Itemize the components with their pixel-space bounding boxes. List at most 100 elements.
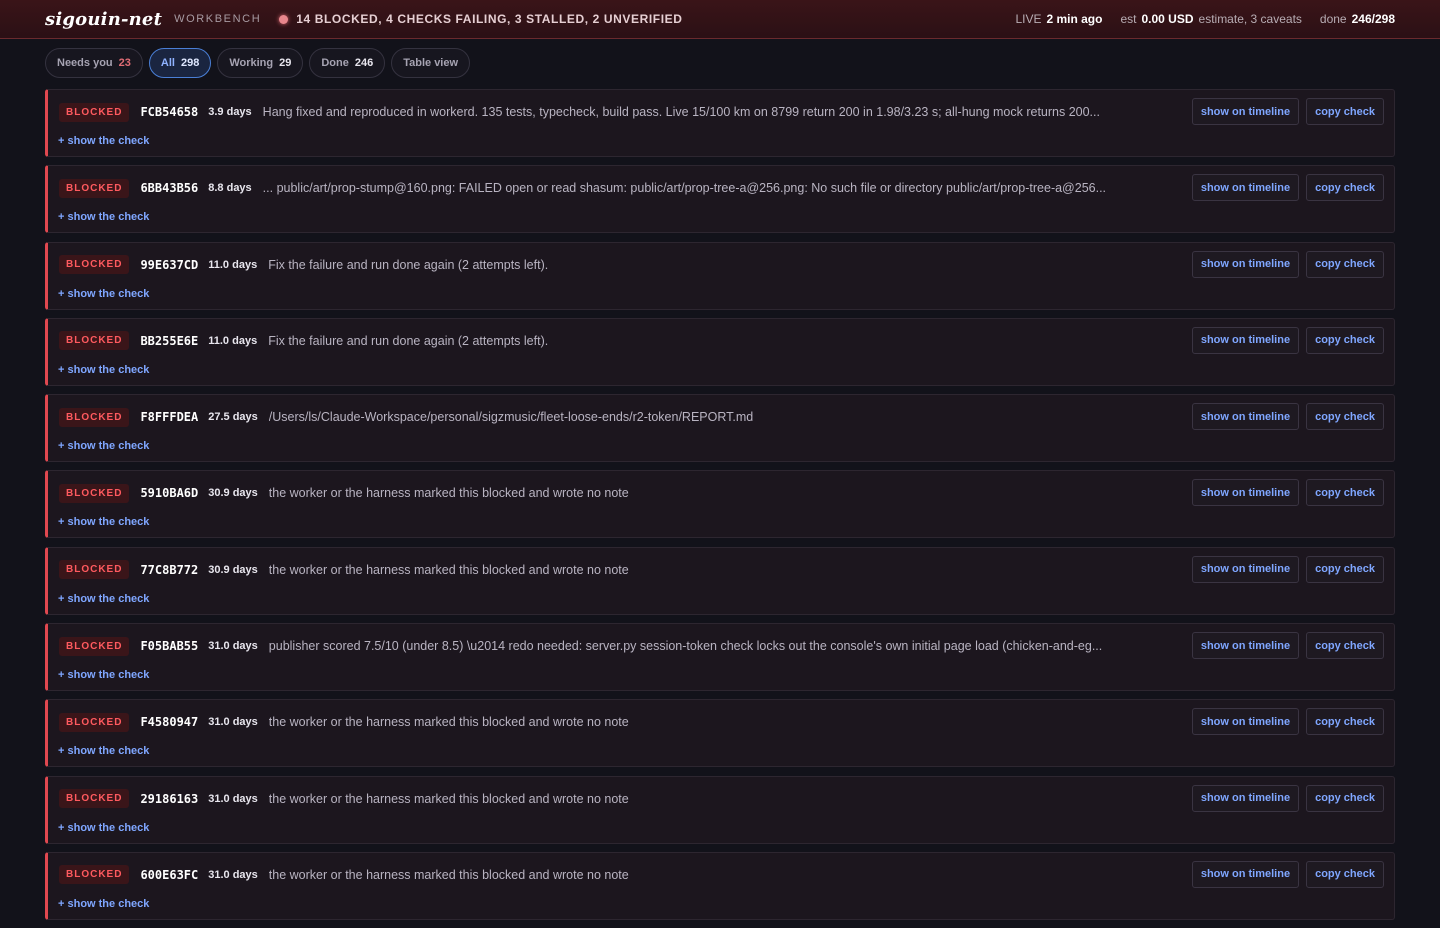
alert-dot-icon [279,14,289,24]
task-id[interactable]: 5910BA6D [140,486,198,500]
copy-check-button[interactable]: copy check [1306,174,1384,202]
task-row: BLOCKED BB255E6E 11.0 days Fix the failu… [45,317,1395,386]
task-row: BLOCKED F8FFFDEA 27.5 days /Users/ls/Cla… [45,394,1395,463]
row-actions: show on timeline copy check [1191,708,1384,736]
task-age: 30.9 days [208,563,258,576]
done-value: 246/298 [1351,12,1395,26]
task-id[interactable]: 99E637CD [140,258,198,272]
task-message: Hang fixed and reproduced in workerd. 13… [262,105,1100,119]
show-on-timeline-button[interactable]: show on timeline [1191,326,1300,354]
show-on-timeline-button[interactable]: show on timeline [1191,708,1300,736]
row-actions: show on timeline copy check [1191,250,1384,278]
task-id[interactable]: F05BAB55 [140,639,198,653]
live-label: LIVE [1015,12,1042,26]
show-check-toggle[interactable]: + show the check [58,745,149,757]
est-label: est [1120,12,1137,26]
status-badge: BLOCKED [59,255,130,275]
filter-working[interactable]: Working 29 [217,48,304,78]
filter-label: Done [321,57,349,69]
row-actions: show on timeline copy check [1191,403,1384,431]
task-age: 31.0 days [208,640,258,653]
brand-logo[interactable]: sigouin-net [45,9,162,30]
show-check-toggle[interactable]: + show the check [58,516,149,528]
task-id[interactable]: FCB54658 [140,105,198,119]
task-message: the worker or the harness marked this bl… [268,486,629,501]
status-badge: BLOCKED [59,178,130,198]
copy-check-button[interactable]: copy check [1306,784,1384,812]
row-actions: show on timeline copy check [1191,326,1384,354]
copy-check-button[interactable]: copy check [1306,326,1384,354]
copy-check-button[interactable]: copy check [1306,250,1384,278]
task-message: the worker or the harness marked this bl… [268,562,629,577]
top-bar: sigouin-net WORKBENCH 14 BLOCKED, 4 CHEC… [0,0,1440,39]
show-on-timeline-button[interactable]: show on timeline [1191,98,1300,125]
show-check-toggle[interactable]: + show the check [58,364,149,376]
show-on-timeline-button[interactable]: show on timeline [1191,403,1300,431]
show-on-timeline-button[interactable]: show on timeline [1191,555,1300,583]
task-row: BLOCKED F4580947 31.0 days the worker or… [45,699,1395,768]
live-status: LIVE 2 min ago [1015,12,1102,26]
task-message: ... public/art/prop-stump@160.png: FAILE… [262,181,1107,196]
task-age: 11.0 days [208,334,258,347]
show-on-timeline-button[interactable]: show on timeline [1191,632,1300,660]
task-id[interactable]: BB255E6E [140,334,198,348]
copy-check-button[interactable]: copy check [1306,860,1384,888]
task-row: BLOCKED 600E63FC 31.0 days the worker or… [45,851,1395,920]
cost-estimate: est 0.00 USD estimate, 3 caveats [1120,12,1301,26]
filter-needs-you[interactable]: Needs you 23 [45,48,143,78]
copy-check-button[interactable]: copy check [1306,403,1384,431]
task-age: 31.0 days [208,792,258,805]
task-row: BLOCKED 77C8B772 30.9 days the worker or… [45,546,1395,615]
task-age: 31.0 days [208,868,258,881]
filter-table-view[interactable]: Table view [391,48,471,78]
task-id[interactable]: F8FFFDEA [140,410,198,424]
filter-count: 246 [354,57,374,69]
alert-summary[interactable]: 14 BLOCKED, 4 CHECKS FAILING, 3 STALLED,… [296,12,682,26]
show-on-timeline-button[interactable]: show on timeline [1191,174,1300,202]
filter-bar: Needs you 23 All 298 Working 29 Done 246 Table v… [45,48,471,78]
row-actions: show on timeline copy check [1191,479,1384,507]
copy-check-button[interactable]: copy check [1306,555,1384,583]
done-progress: done 246/298 [1320,12,1395,26]
filter-label: Needs you [57,57,113,69]
row-actions: show on timeline copy check [1191,784,1384,812]
show-on-timeline-button[interactable]: show on timeline [1191,784,1300,812]
show-check-toggle[interactable]: + show the check [58,593,149,605]
task-id[interactable]: 600E63FC [140,868,198,882]
live-value: 2 min ago [1046,12,1103,26]
task-message: Fix the failure and run done again (2 at… [268,257,549,272]
copy-check-button[interactable]: copy check [1306,479,1384,507]
copy-check-button[interactable]: copy check [1306,708,1384,736]
copy-check-button[interactable]: copy check [1306,632,1384,660]
status-area: LIVE 2 min ago est 0.00 USD estimate, 3 … [1015,12,1395,26]
filter-count: 29 [279,57,292,69]
show-on-timeline-button[interactable]: show on timeline [1191,250,1300,278]
est-value: 0.00 USD [1141,12,1194,26]
task-id[interactable]: F4580947 [140,715,198,729]
status-badge: BLOCKED [59,331,130,351]
task-message: publisher scored 7.5/10 (under 8.5) \u20… [268,639,1103,654]
show-check-toggle[interactable]: + show the check [58,669,149,681]
filter-all[interactable]: All 298 [148,48,212,78]
row-actions: show on timeline copy check [1191,632,1384,660]
task-age: 30.9 days [208,487,258,500]
task-id[interactable]: 6BB43B56 [140,181,198,195]
task-id[interactable]: 29186163 [140,792,198,806]
task-age: 31.0 days [208,716,258,729]
show-check-toggle[interactable]: + show the check [58,440,149,452]
filter-done[interactable]: Done 246 [309,48,386,78]
show-check-toggle[interactable]: + show the check [58,822,149,834]
task-message: the worker or the harness marked this bl… [268,791,629,806]
est-note[interactable]: estimate, 3 caveats [1199,12,1302,26]
show-check-toggle[interactable]: + show the check [58,135,149,147]
show-check-toggle[interactable]: + show the check [58,288,149,300]
show-on-timeline-button[interactable]: show on timeline [1191,860,1300,888]
task-row: BLOCKED 6BB43B56 8.8 days ... public/art… [45,165,1395,234]
task-id[interactable]: 77C8B772 [140,563,198,577]
copy-check-button[interactable]: copy check [1306,98,1384,125]
status-badge: BLOCKED [59,865,130,885]
show-on-timeline-button[interactable]: show on timeline [1191,479,1300,507]
task-age: 3.9 days [208,106,252,118]
show-check-toggle[interactable]: + show the check [58,211,149,223]
filter-label: Working [229,57,274,69]
